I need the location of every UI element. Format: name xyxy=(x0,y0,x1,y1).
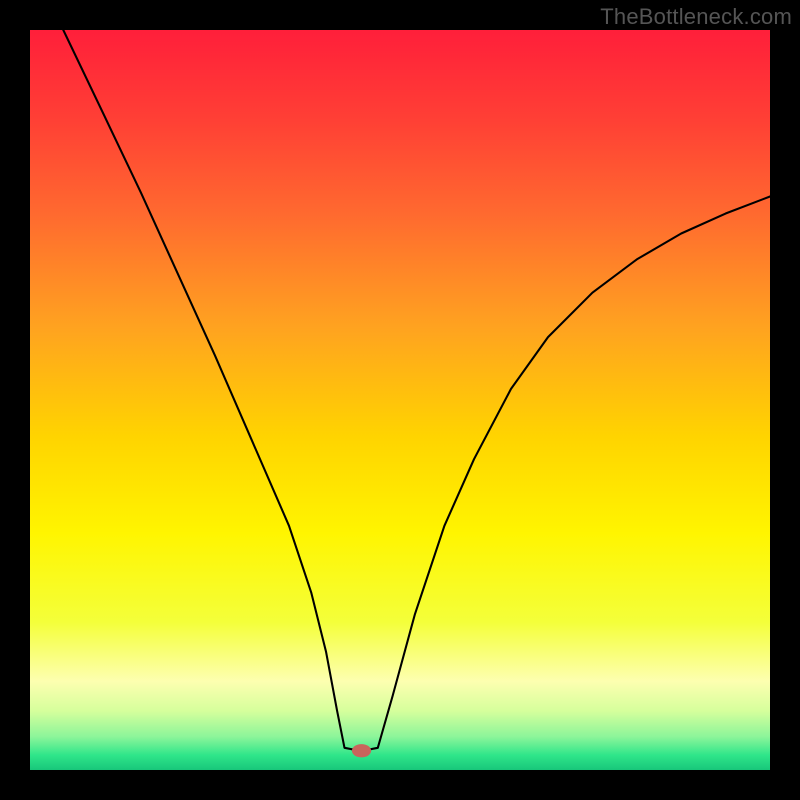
watermark-text: TheBottleneck.com xyxy=(600,4,792,30)
gradient-background xyxy=(30,30,770,770)
minimum-marker xyxy=(352,744,371,757)
chart-frame: TheBottleneck.com xyxy=(0,0,800,800)
chart-svg xyxy=(30,30,770,770)
plot-area xyxy=(30,30,770,770)
